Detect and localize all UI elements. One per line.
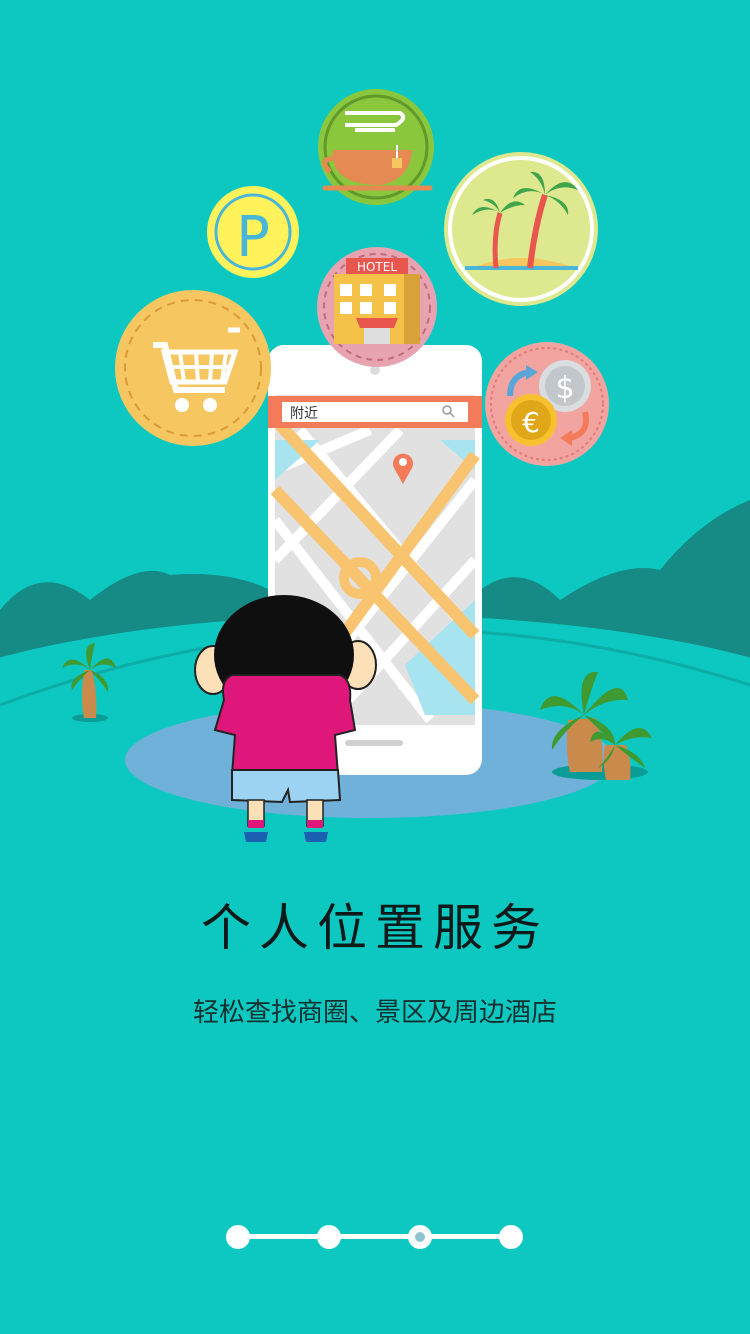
page-dot-4[interactable] bbox=[499, 1225, 523, 1249]
hotel-icon: HOTEL bbox=[317, 247, 437, 367]
page-title: 个人位置服务 bbox=[201, 899, 549, 957]
parking-icon: P bbox=[207, 186, 299, 278]
page-dot-3[interactable] bbox=[408, 1225, 432, 1249]
page-dot-2[interactable] bbox=[317, 1225, 341, 1249]
page-indicator bbox=[226, 1222, 526, 1252]
coffee-cup-icon bbox=[318, 89, 434, 205]
map-search-placeholder: 附近 bbox=[290, 406, 318, 422]
page-indicator-track bbox=[236, 1234, 516, 1239]
page-dot-1[interactable] bbox=[226, 1225, 250, 1249]
svg-text:HOTEL: HOTEL bbox=[357, 260, 397, 274]
currency-exchange-icon: $ € bbox=[485, 342, 609, 466]
page-subtitle: 轻松查找商圈、景区及周边酒店 bbox=[192, 998, 557, 1028]
onboarding-illustration: 附近 P HOTEL $ € bbox=[0, 89, 750, 880]
palm-beach-icon bbox=[444, 152, 598, 306]
svg-text:€: € bbox=[522, 406, 540, 439]
svg-text:P: P bbox=[236, 205, 270, 270]
svg-text:$: $ bbox=[555, 371, 574, 406]
shopping-cart-icon bbox=[115, 290, 271, 446]
